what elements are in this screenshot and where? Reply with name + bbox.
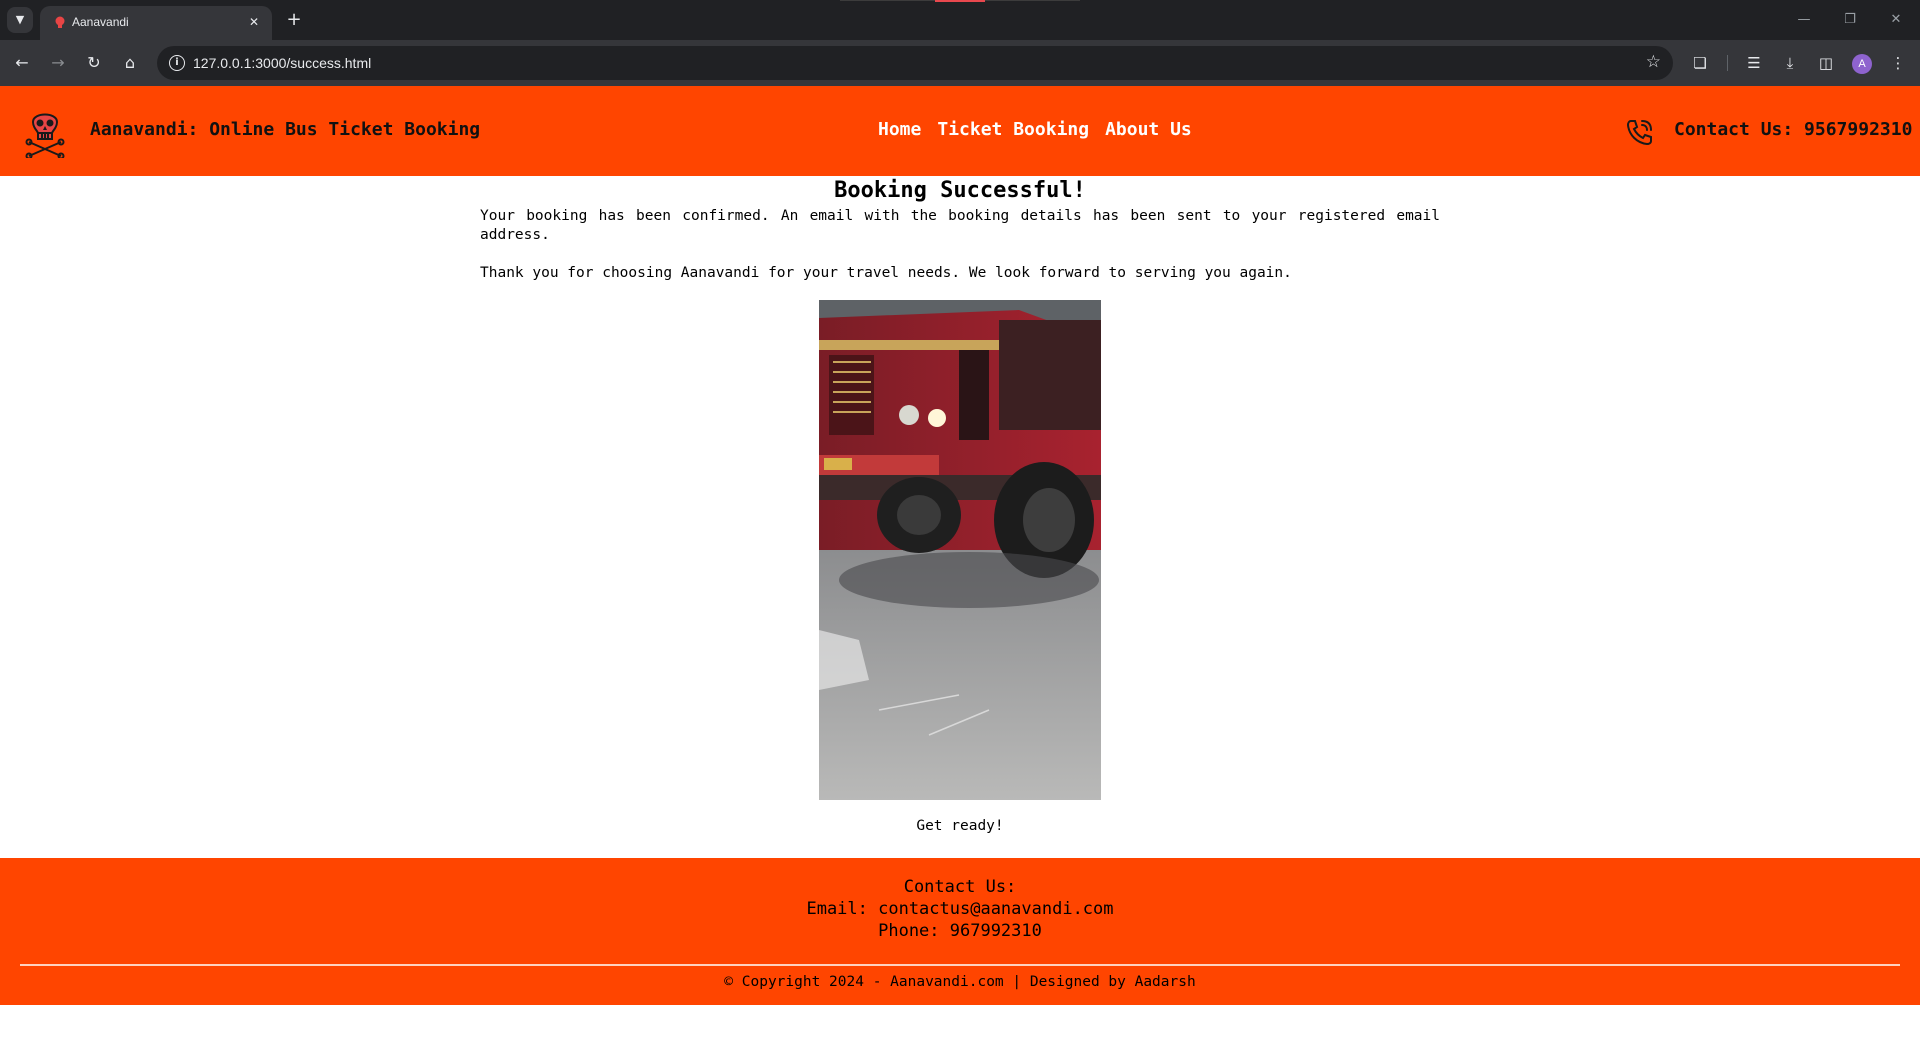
footer-email[interactable]: Email: contactus@aanavandi.com [0, 899, 1920, 919]
nav-ticket-booking[interactable]: Ticket Booking [937, 119, 1089, 140]
close-tab-icon[interactable]: ✕ [246, 14, 262, 30]
footer-contact-heading: Contact Us: [903, 877, 1017, 897]
extensions-icon[interactable]: ❏ [1688, 51, 1712, 75]
top-accent [935, 0, 985, 2]
confirmation-text: Your booking has been confirmed. An emai… [480, 208, 1440, 243]
phone-icon [1626, 120, 1652, 146]
toolbar-divider [1727, 55, 1728, 71]
get-ready-caption: Get ready! [916, 818, 1004, 834]
download-icon[interactable]: ⤓ [1778, 51, 1802, 75]
site-header: Aanavandi: Online Bus Ticket Booking Hom… [0, 86, 1920, 176]
new-tab-button[interactable]: + [283, 9, 305, 31]
browser-tabstrip: ▼ Aanavandi ✕ + — ❐ ✕ [0, 0, 1920, 40]
main-nav: Home Ticket Booking About Us [878, 119, 1208, 140]
home-icon[interactable]: ⌂ [118, 51, 142, 75]
tab-title: Aanavandi [72, 15, 129, 29]
site-info-icon[interactable]: i [169, 55, 185, 71]
bookmark-star-icon[interactable]: ☆ [1646, 52, 1661, 72]
browser-tab[interactable]: Aanavandi ✕ [40, 6, 272, 40]
copyright-text: © Copyright 2024 - Aanavandi.com | Desig… [724, 974, 1196, 990]
browser-toolbar: ← → ↻ ⌂ i 127.0.0.1:3000/success.html ☆ … [0, 40, 1920, 86]
profile-avatar[interactable]: A [1852, 54, 1872, 74]
thank-you-text: Thank you for choosing Aanavandi for you… [480, 265, 1292, 281]
close-window-icon[interactable]: ✕ [1884, 8, 1908, 32]
forward-icon[interactable]: → [46, 51, 70, 75]
reload-icon[interactable]: ↻ [82, 51, 106, 75]
url-text[interactable]: 127.0.0.1:3000/success.html [193, 55, 371, 71]
address-bar[interactable]: i 127.0.0.1:3000/success.html ☆ [157, 46, 1673, 80]
main-content: Booking Successful! Your booking has bee… [480, 176, 1440, 834]
skull-crossbones-icon[interactable] [25, 106, 65, 158]
browser-menu-icon[interactable]: ⋮ [1886, 51, 1910, 75]
footer-phone: Phone: 967992310 [878, 921, 1042, 941]
page-title: Booking Successful! [834, 178, 1086, 203]
media-control-icon[interactable]: ☰ [1742, 51, 1766, 75]
nav-about-us[interactable]: About Us [1105, 119, 1192, 140]
footer-divider [20, 964, 1900, 966]
back-icon[interactable]: ← [10, 51, 34, 75]
site-title: Aanavandi: Online Bus Ticket Booking [90, 119, 481, 140]
restore-icon[interactable]: ❐ [1838, 8, 1862, 32]
favicon-icon [55, 16, 65, 28]
bus-image [819, 300, 1101, 800]
header-contact: Contact Us: 9567992310 [1674, 119, 1913, 140]
site-footer: Contact Us: Email: contactus@aanavandi.c… [0, 858, 1920, 1005]
side-panel-icon[interactable]: ◫ [1814, 51, 1838, 75]
minimize-icon[interactable]: — [1792, 8, 1816, 32]
tab-search-icon[interactable]: ▼ [7, 7, 33, 33]
nav-home[interactable]: Home [878, 119, 921, 140]
